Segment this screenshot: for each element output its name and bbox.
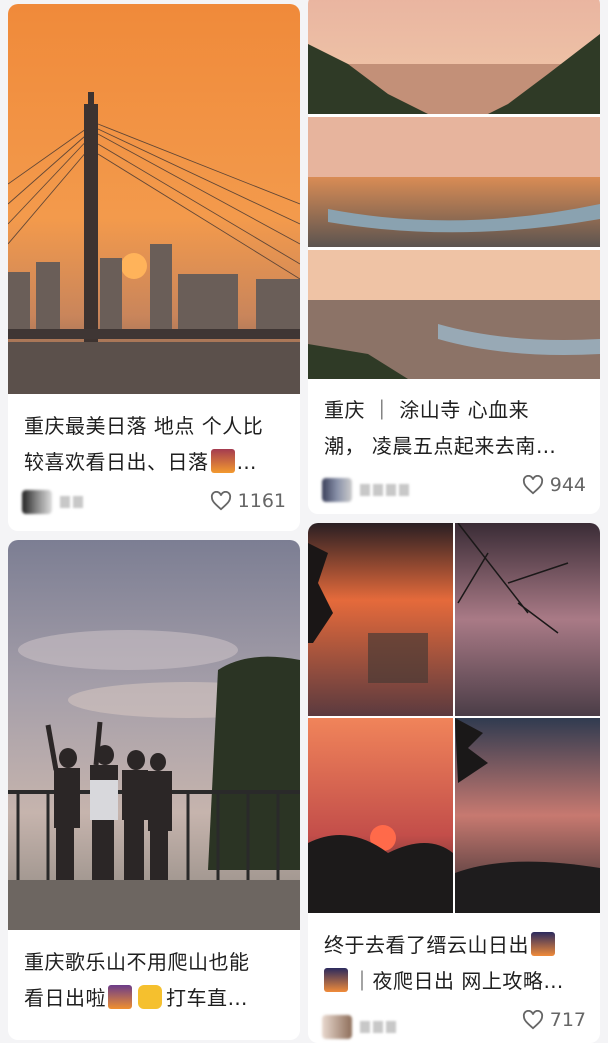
sunrise-collage-photo [308,523,600,913]
post-title[interactable]: 重庆 ｜ 涂山寺 心血来 潮， 凌晨五点起来去南… [324,392,588,464]
like-button[interactable]: 1161 [210,490,286,512]
author[interactable] [322,478,409,502]
sunset-bridge-photo [8,4,300,394]
heart-icon [522,1010,543,1030]
feed-card-3[interactable]: 重庆歌乐山不用爬山也能 看日出啦 打车直… [8,540,300,1040]
feed-card-4[interactable]: 终于去看了缙云山日出 ｜夜爬日出 网上攻略… 717 [308,523,600,1043]
username [360,484,409,496]
sunrise-emoji [108,985,132,1009]
sunset-emoji [210,449,235,473]
like-button[interactable]: 717 [522,1009,586,1031]
post-title[interactable]: 终于去看了缙云山日出 ｜夜爬日出 网上攻略… [324,927,588,999]
author[interactable] [22,490,83,514]
feed-card-1[interactable]: 重庆最美日落 地点 个人比 较喜欢看日出、日落… 1161 [8,4,300,531]
author[interactable] [322,1015,396,1039]
feed-card-2[interactable]: 重庆 ｜ 涂山寺 心血来 潮， 凌晨五点起来去南… 944 [308,0,600,514]
username [360,1021,396,1033]
sunrise-emoji [531,932,555,956]
username [60,496,83,508]
taxi-emoji [138,985,162,1009]
post-title[interactable]: 重庆歌乐山不用爬山也能 看日出啦 打车直… [24,944,288,1016]
city-panorama-photos [308,0,600,379]
like-count: 1161 [237,490,286,512]
heart-icon [522,475,543,495]
avatar [322,1015,352,1039]
like-count: 717 [549,1009,586,1031]
like-button[interactable]: 944 [522,474,586,496]
post-title[interactable]: 重庆最美日落 地点 个人比 较喜欢看日出、日落… [24,408,288,480]
friends-silhouette-photo [8,540,300,930]
heart-icon [210,491,231,511]
like-count: 944 [549,474,586,496]
avatar [322,478,352,502]
sunrise-emoji [324,968,348,992]
avatar [22,490,52,514]
